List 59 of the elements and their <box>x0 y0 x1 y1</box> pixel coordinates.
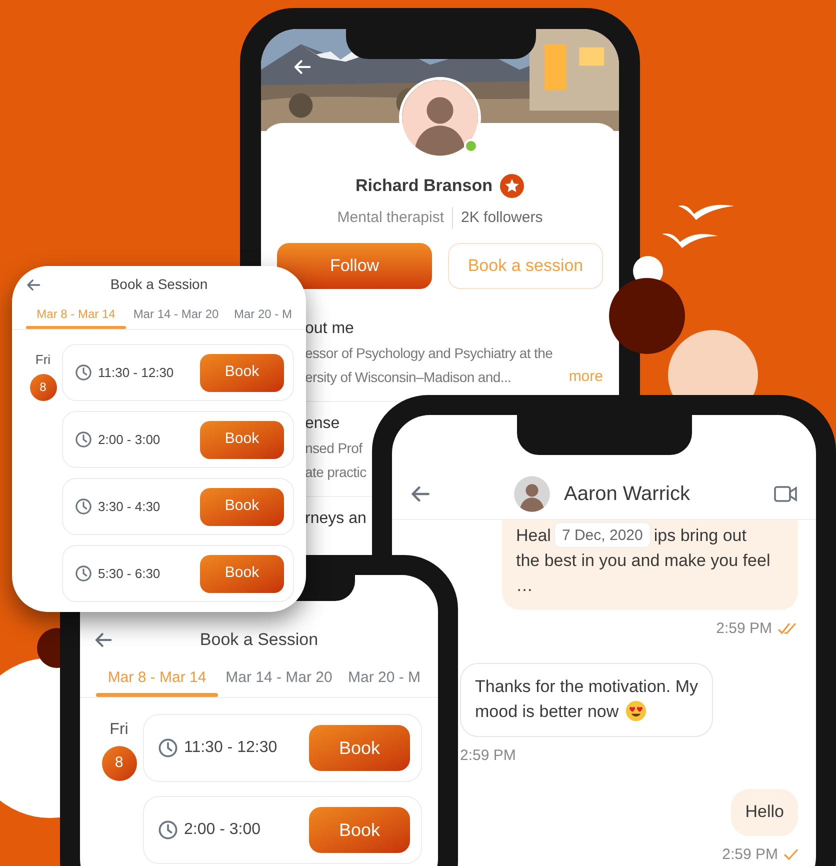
screen-title: Book a Session <box>110 275 208 294</box>
clock-icon <box>75 431 92 448</box>
date-badge: 8 <box>30 374 56 400</box>
weekday-label: Fri <box>110 720 128 740</box>
book-button[interactable]: Book <box>309 725 410 771</box>
message-text: ips bring out <box>654 524 746 546</box>
message-text: Hello <box>745 801 784 823</box>
book-button[interactable]: Book <box>200 554 284 592</box>
star-badge-icon <box>500 174 524 198</box>
follow-button[interactable]: Follow <box>277 243 432 289</box>
message-text: mood is better now <box>475 700 619 722</box>
screen-title: Book a Session <box>200 629 318 651</box>
week-tab[interactable]: Mar 20 - M <box>226 305 306 329</box>
book-button[interactable]: Book <box>200 354 284 392</box>
date-chip: 7 Dec, 2020 <box>554 522 651 548</box>
contact-name: Aaron Warrick <box>564 482 690 506</box>
section-text: nsed Prof <box>305 439 362 458</box>
date-badge: 8 <box>102 746 136 781</box>
profile-name: Richard Branson <box>356 175 492 197</box>
week-tab[interactable]: Mar 8 - Mar 14 <box>26 305 126 329</box>
message-text: Thanks for the motivation. My <box>475 676 698 698</box>
profile-role: Mental therapist <box>337 206 454 229</box>
book-session-button[interactable]: Book a session <box>448 243 603 289</box>
message-time: 2:59 PM <box>716 619 772 639</box>
section-heading: out me <box>305 319 355 339</box>
week-tab[interactable]: Mar 14 - Mar 20 <box>218 666 340 697</box>
time-range: 11:30 - 12:30 <box>98 364 174 382</box>
time-range: 5:30 - 6:30 <box>98 564 160 583</box>
back-arrow-icon[interactable] <box>293 57 313 77</box>
clock-icon <box>158 738 178 758</box>
message-text: the best in you and make you feel … <box>516 550 772 597</box>
message-time: 2:59 PM <box>722 845 778 865</box>
avatar <box>514 476 550 512</box>
follower-count: 2K followers <box>460 208 543 228</box>
clock-icon <box>75 565 92 582</box>
time-range: 11:30 - 12:30 <box>184 738 278 758</box>
week-tab[interactable]: Mar 20 - M <box>340 666 438 697</box>
section-text: essor of Psychology and Psychiatry at the <box>305 344 553 363</box>
video-call-icon[interactable] <box>774 484 798 502</box>
back-arrow-icon[interactable] <box>26 276 42 292</box>
book-button[interactable]: Book <box>200 488 284 526</box>
clock-icon <box>158 820 178 840</box>
section-text: ersity of Wisconsin–Madison and... <box>305 368 512 387</box>
message-time: 2:59 PM <box>460 746 516 766</box>
section-text: ate practic <box>305 463 366 482</box>
clock-icon <box>75 364 92 381</box>
clock-icon <box>75 498 92 515</box>
message-text: Heal <box>516 524 551 546</box>
week-tab[interactable]: Mar 14 - Mar 20 <box>126 305 226 329</box>
weekday-label: Fri <box>35 351 51 369</box>
section-heading: ense <box>305 414 341 434</box>
time-range: 2:00 - 3:00 <box>184 820 260 840</box>
week-tab[interactable]: Mar 8 - Mar 14 <box>96 666 218 697</box>
book-button[interactable]: Book <box>200 420 284 458</box>
section-heading: rneys an <box>305 509 368 529</box>
time-range: 2:00 - 3:00 <box>98 430 160 449</box>
time-range: 3:30 - 4:30 <box>98 498 160 516</box>
book-button[interactable]: Book <box>309 807 410 853</box>
more-link[interactable]: more <box>568 366 603 388</box>
